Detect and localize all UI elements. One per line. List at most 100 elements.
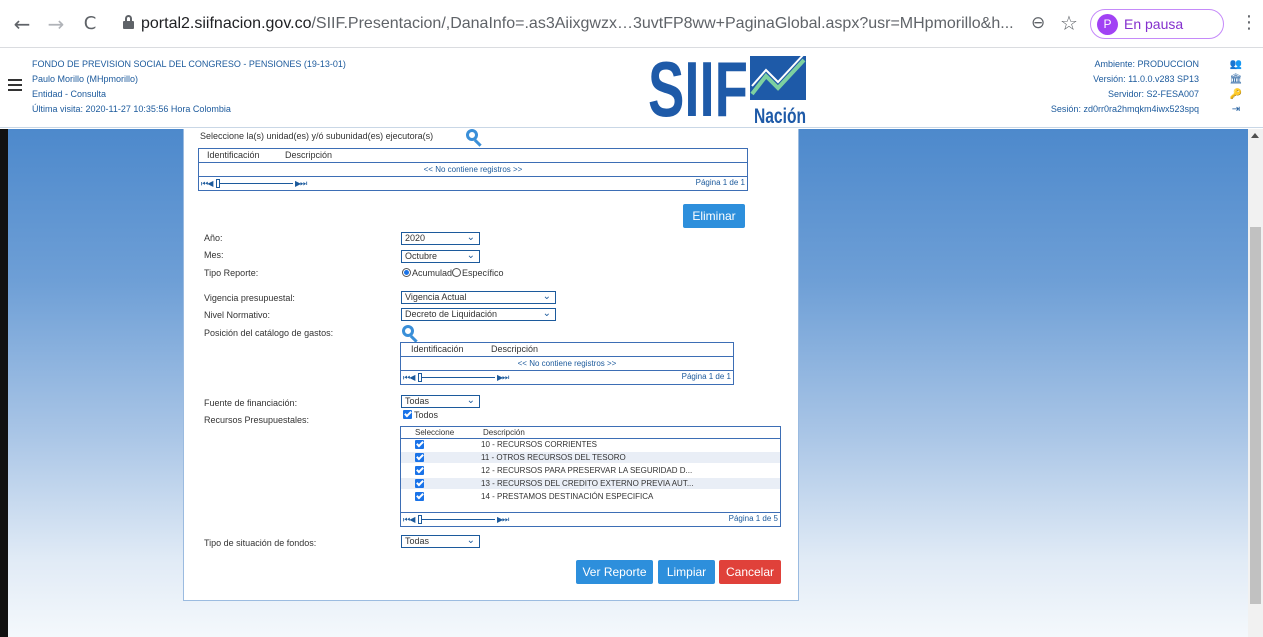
limpiar-button[interactable]: Limpiar <box>658 560 715 584</box>
pager-track[interactable] <box>419 377 495 378</box>
chevron-down-icon: ⌄ <box>542 308 551 319</box>
row-checkbox[interactable] <box>415 466 424 475</box>
vigencia-value: Vigencia Actual <box>405 292 467 302</box>
radio-especifico-label[interactable]: Específico <box>462 268 504 278</box>
fuente-label: Fuente de financiación: <box>204 398 298 408</box>
users-icon[interactable]: 👥 <box>1228 57 1244 72</box>
col-descripcion[interactable]: Descripción <box>491 343 538 356</box>
system-info: Ambiente: PRODUCCION Versión: 11.0.0.v28… <box>1051 57 1199 117</box>
profile-button[interactable]: P En pausa <box>1090 9 1224 39</box>
row-description: 12 - RECURSOS PARA PRESERVAR LA SEGURIDA… <box>481 466 693 475</box>
vertical-scrollbar[interactable] <box>1248 129 1263 637</box>
nivel-value: Decreto de Liquidación <box>405 309 498 319</box>
col-descripcion[interactable]: Descripción <box>285 149 332 162</box>
situacion-select[interactable]: Todas ⌄ <box>401 535 480 548</box>
url-host: portal2.siifnacion.gov.co <box>141 15 312 32</box>
radio-acumulado[interactable] <box>402 268 411 277</box>
pager-knob[interactable] <box>418 373 422 382</box>
institution-icon[interactable]: 🏛 <box>1228 72 1244 87</box>
pager-knob[interactable] <box>418 515 422 524</box>
table-row[interactable]: 11 - OTROS RECURSOS DEL TESORO <box>401 452 780 463</box>
todos-checkbox[interactable] <box>403 410 412 419</box>
col-descripcion[interactable]: Descripción <box>483 427 525 438</box>
key-icon[interactable]: 🔑 <box>1228 87 1244 102</box>
unit-grid: Identificación Descripción << No contien… <box>198 148 748 191</box>
table-row[interactable]: 10 - RECURSOS CORRIENTES <box>401 439 780 450</box>
radio-acumulado-label[interactable]: Acumulado <box>412 268 457 278</box>
chevron-down-icon: ⌄ <box>466 535 475 546</box>
page-indicator: Página 1 de 1 <box>681 372 731 381</box>
chevron-down-icon: ⌄ <box>542 291 551 302</box>
col-identificacion[interactable]: Identificación <box>207 149 260 162</box>
catalog-grid-empty: << No contiene registros >> <box>401 357 733 371</box>
radio-especifico[interactable] <box>452 268 461 277</box>
reload-icon[interactable]: C <box>78 12 102 36</box>
fuente-value: Todas <box>405 396 430 406</box>
page-indicator: Página 1 de 1 <box>695 178 745 187</box>
user-role: Entidad - Consulta <box>32 89 107 99</box>
col-identificacion[interactable]: Identificación <box>411 343 464 356</box>
last-page-icon[interactable]: ▶⏭ <box>295 179 307 189</box>
fuente-select[interactable]: Todas ⌄ <box>401 395 480 408</box>
lock-icon[interactable] <box>123 15 134 29</box>
ver-reporte-button[interactable]: Ver Reporte <box>576 560 653 584</box>
last-page-icon[interactable]: ▶⏭ <box>497 515 509 525</box>
pager-track[interactable] <box>217 183 293 184</box>
first-page-icon[interactable]: ⏮◀ <box>403 515 415 525</box>
pager-track[interactable] <box>419 519 495 520</box>
zoom-icon[interactable]: ⊖ <box>1031 13 1045 33</box>
server-label: Servidor: S2-FESA007 <box>1107 89 1199 99</box>
last-visit: Última visita: 2020-11-27 10:35:56 Hora … <box>32 104 231 114</box>
todos-label[interactable]: Todos <box>414 410 438 420</box>
row-checkbox[interactable] <box>415 492 424 501</box>
app-header: FONDO DE PREVISION SOCIAL DEL CONGRESO -… <box>0 49 1263 128</box>
bookmark-star-icon[interactable]: ☆ <box>1060 11 1078 35</box>
catalog-search-icon[interactable] <box>402 325 420 343</box>
month-select[interactable]: Octubre ⌄ <box>401 250 480 263</box>
chevron-down-icon: ⌄ <box>466 232 475 243</box>
month-label: Mes: <box>204 250 224 260</box>
back-icon[interactable]: ← <box>10 12 34 36</box>
address-bar[interactable]: portal2.siifnacion.gov.co/SIIF.Presentac… <box>141 12 1031 36</box>
row-checkbox[interactable] <box>415 440 424 449</box>
cancelar-button[interactable]: Cancelar <box>719 560 781 584</box>
pager-knob[interactable] <box>216 179 220 188</box>
window-edge <box>0 129 8 637</box>
report-form-panel: Seleccione la(s) unidad(es) y/ó subunida… <box>183 129 799 601</box>
table-row[interactable]: 12 - RECURSOS PARA PRESERVAR LA SEGURIDA… <box>401 465 780 476</box>
logout-icon[interactable]: ⇥ <box>1228 102 1244 117</box>
unit-grid-pager: ⏮◀ ▶⏭ Página 1 de 1 <box>199 177 747 190</box>
recursos-grid: Seleccione Descripción 10 - RECURSOS COR… <box>400 426 781 527</box>
vigencia-select[interactable]: Vigencia Actual ⌄ <box>401 291 556 304</box>
col-seleccione[interactable]: Seleccione <box>415 427 454 438</box>
vigencia-label: Vigencia presupuestal: <box>204 293 295 303</box>
scroll-up-arrow-icon[interactable] <box>1251 133 1259 138</box>
year-select[interactable]: 2020 ⌄ <box>401 232 480 245</box>
scrollbar-thumb[interactable] <box>1250 227 1261 604</box>
url-path: /SIIF.Presentacion/,DanaInfo=.as3Aiixgwz… <box>311 15 1014 32</box>
row-description: 10 - RECURSOS CORRIENTES <box>481 440 598 449</box>
user-info: FONDO DE PREVISION SOCIAL DEL CONGRESO -… <box>32 57 346 117</box>
last-page-icon[interactable]: ▶⏭ <box>497 373 509 383</box>
browser-menu-icon[interactable]: ⋮ <box>1240 12 1258 33</box>
chevron-down-icon: ⌄ <box>466 395 475 406</box>
catalog-grid: Identificación Descripción << No contien… <box>400 342 734 385</box>
row-checkbox[interactable] <box>415 453 424 462</box>
page-indicator: Página 1 de 5 <box>728 514 778 523</box>
hamburger-menu-icon[interactable] <box>8 79 22 94</box>
table-row[interactable]: 14 - PRESTAMOS DESTINACIÓN ESPECIFICA <box>401 491 780 502</box>
situacion-label: Tipo de situación de fondos: <box>204 538 317 548</box>
environment-label: Ambiente: PRODUCCION <box>1094 59 1199 69</box>
year-value: 2020 <box>405 233 426 243</box>
first-page-icon[interactable]: ⏮◀ <box>201 179 213 189</box>
first-page-icon[interactable]: ⏮◀ <box>403 373 415 383</box>
unit-search-icon[interactable] <box>466 129 484 147</box>
row-checkbox[interactable] <box>415 479 424 488</box>
eliminar-button[interactable]: Eliminar <box>683 204 745 228</box>
nivel-select[interactable]: Decreto de Liquidación ⌄ <box>401 308 556 321</box>
forward-icon[interactable]: → <box>44 12 68 36</box>
catalog-grid-header: Identificación Descripción <box>401 343 733 357</box>
table-row[interactable]: 13 - RECURSOS DEL CREDITO EXTERNO PREVIA… <box>401 478 780 489</box>
row-description: 11 - OTROS RECURSOS DEL TESORO <box>481 453 626 462</box>
logo-sub-text: Nación <box>754 105 806 126</box>
